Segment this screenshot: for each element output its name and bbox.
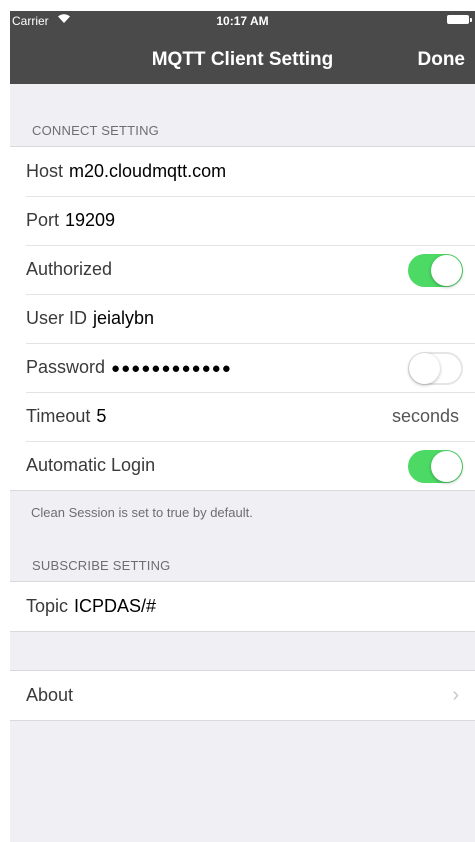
- user-id-row[interactable]: User ID jeialybn: [10, 294, 475, 343]
- automatic-login-row: Automatic Login: [10, 441, 475, 490]
- chevron-right-icon: ›: [452, 684, 459, 706]
- port-label: Port 19209: [26, 210, 116, 230]
- user-id-label: User ID jeialybn: [26, 308, 155, 328]
- clean-session-note: Clean Session is set to true by default.: [31, 505, 253, 520]
- app-screen: Carrier 10:17 AM MQTT Client Setting Don…: [10, 11, 475, 842]
- timeout-unit: seconds: [391, 406, 459, 426]
- status-time: 10:17 AM: [216, 14, 269, 28]
- host-label: Host m20.cloudmqtt.com: [26, 161, 227, 181]
- authorized-label: Authorized: [26, 259, 113, 279]
- connect-section-header: CONNECT SETTING: [10, 84, 475, 146]
- connect-settings-group: Host m20.cloudmqtt.com Port 19209 Authoriz…: [10, 146, 475, 491]
- connect-header-label: CONNECT SETTING: [32, 123, 159, 138]
- authorized-toggle[interactable]: [408, 254, 463, 287]
- page-title: MQTT Client Setting: [151, 49, 334, 70]
- password-value[interactable]: ●●●●●●●●●●●●: [111, 360, 232, 377]
- password-label: Password ●●●●●●●●●●●●: [26, 357, 232, 377]
- subscribe-section-header: SUBSCRIBE SETTING: [10, 531, 475, 581]
- topic-row[interactable]: Topic ICPDAS/#: [10, 582, 475, 631]
- subscribe-settings-group: Topic ICPDAS/#: [10, 581, 475, 632]
- automatic-login-label: Automatic Login: [26, 455, 156, 475]
- automatic-login-toggle[interactable]: [408, 450, 463, 483]
- about-label: About: [26, 685, 74, 705]
- timeout-value[interactable]: 5: [96, 406, 106, 426]
- user-id-value[interactable]: jeialybn: [93, 308, 154, 328]
- authorized-row: Authorized: [10, 245, 475, 294]
- done-button[interactable]: Done: [418, 49, 466, 71]
- subscribe-header-label: SUBSCRIBE SETTING: [32, 558, 171, 573]
- topic-label: Topic ICPDAS/#: [26, 596, 157, 616]
- battery-icon: [447, 15, 469, 24]
- port-row[interactable]: Port 19209: [10, 196, 475, 245]
- timeout-label: Timeout 5: [26, 406, 107, 426]
- port-value[interactable]: 19209: [65, 210, 115, 230]
- navigation-bar: Carrier 10:17 AM MQTT Client Setting Don…: [10, 11, 475, 84]
- timeout-row[interactable]: Timeout 5 seconds: [10, 392, 475, 441]
- about-row[interactable]: About ›: [10, 671, 475, 720]
- about-group: About ›: [10, 670, 475, 721]
- topic-value[interactable]: ICPDAS/#: [74, 596, 156, 616]
- password-row[interactable]: Password ●●●●●●●●●●●●: [10, 343, 475, 392]
- toggle-knob: [431, 451, 462, 482]
- host-row[interactable]: Host m20.cloudmqtt.com: [10, 147, 475, 196]
- toggle-knob: [409, 353, 440, 384]
- host-value[interactable]: m20.cloudmqtt.com: [69, 161, 226, 181]
- status-bar: Carrier 10:17 AM: [10, 11, 475, 31]
- battery-tip: [470, 18, 472, 22]
- show-password-toggle[interactable]: [408, 352, 463, 385]
- toggle-knob: [431, 255, 462, 286]
